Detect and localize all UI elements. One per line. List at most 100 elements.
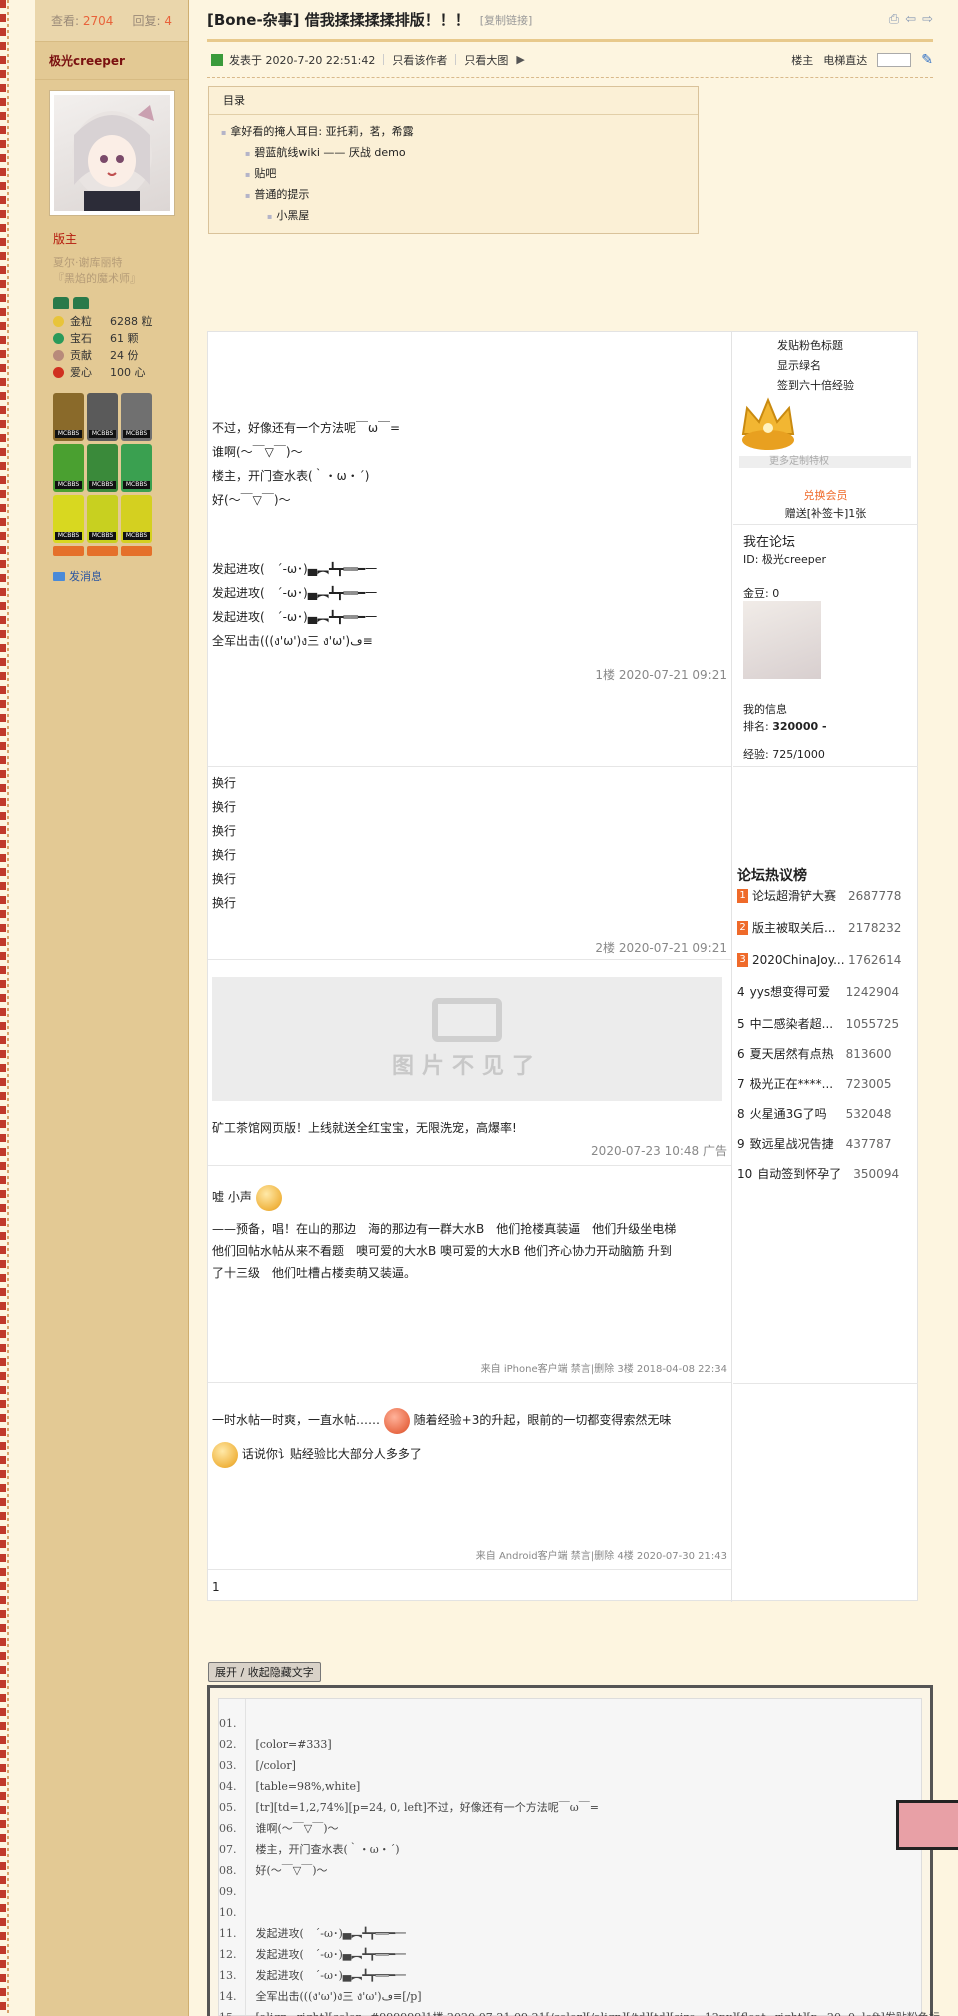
hidden-source-block: 01. 02. 03. 04. 05. 06. 07. 08. 09. 10. 11. 12. 13. 1… <box>207 1685 940 2016</box>
prop-value: 24 份 <box>110 349 139 362</box>
medal-badge[interactable]: MCBBS <box>53 444 84 492</box>
vip-icon <box>73 297 89 309</box>
prop-label: 金粒 <box>70 315 92 328</box>
more-vip-link[interactable]: 更多定制特权 <box>739 456 911 468</box>
vip-perk[interactable]: 显示绿名 <box>777 356 854 376</box>
hot-list-item[interactable]: 3 2020ChinaJoy... 1762614 <box>737 951 915 969</box>
page-number[interactable]: 1 <box>208 1575 220 1599</box>
hot-list-item[interactable]: 1 论坛超滑铲大赛 2687778 <box>737 887 915 905</box>
my-forum-widget: 我在论坛 ID: 极光creeper 金豆: 0 我的信息 排名: 320000… <box>733 525 918 767</box>
code-line: 楼主，开门查水表(｀・ω・´) <box>255 1843 400 1856</box>
hot-list-item[interactable]: 2 版主被取关后... 2178232 <box>737 919 915 937</box>
jump-input[interactable] <box>877 52 912 67</box>
hot-topic-score: 723005 <box>845 1077 892 1091</box>
toc-item[interactable]: 拿好看的掩人耳目: 亚托莉，茗，希露 <box>209 121 698 142</box>
rank-number: 10 <box>737 1167 753 1181</box>
next-thread-icon[interactable]: ⇨ <box>922 12 933 27</box>
decorative-border-inner <box>7 0 9 2016</box>
hot-list-item[interactable]: 8 火星通3G了吗 532048 <box>737 1105 915 1123</box>
medal-badge[interactable]: MCBBS <box>87 495 118 543</box>
ad-text[interactable]: 矿工茶馆网页版！上线就送全红宝宝，无限洗宠，高爆率! <box>208 1116 517 1140</box>
code-line: 发起进攻( ´-ω･)▄︻┻┳══━一 <box>255 1969 407 1982</box>
medal-badge[interactable] <box>87 546 118 556</box>
hot-list-title: 论坛热议榜 <box>737 868 807 884</box>
floating-widget[interactable] <box>896 1800 958 1850</box>
chevron-right-icon[interactable]: ▶ <box>516 53 524 66</box>
medal-grid: MCBBS MCBBS MCBBS MCBBS MCBBS MCBBS MCBB… <box>53 393 188 543</box>
toc-item[interactable]: 碧蓝航线wiki —— 厌战 demo <box>209 142 698 163</box>
medal-row-partial <box>53 546 188 556</box>
post-line: 换行 <box>212 776 237 790</box>
avatar-illustration <box>72 105 154 211</box>
medal-badge[interactable]: MCBBS <box>87 444 118 492</box>
prop-value: 61 颗 <box>110 332 139 345</box>
hot-list-item[interactable]: 7 极光正在****... 723005 <box>737 1075 915 1093</box>
line-number: 15. <box>219 2007 245 2016</box>
code-line: [/color] <box>255 1759 296 1772</box>
big-image-link[interactable]: 只看大图 <box>464 52 508 68</box>
thread-main: [Bone-杂事] 借我揉揉揉揉排版！！！ [复制链接] ⎙ ⇦ ⇨ 发表于 2… <box>207 0 940 2016</box>
line-number: 09. <box>219 1885 237 1898</box>
post-line: 发起进攻( ´-ω･)▄︻┻┳══━一 <box>212 586 378 600</box>
vip-perk[interactable]: 发贴粉色标题 <box>777 336 854 356</box>
floor-info: 2楼 2020-07-21 09:21 <box>595 941 727 955</box>
toc-item[interactable]: 普通的提示 <box>209 184 698 205</box>
hot-topic-score: 1762614 <box>848 953 902 967</box>
hot-list-item[interactable]: 10 自动签到怀孕了 350094 <box>737 1165 915 1183</box>
toc-item[interactable]: 小黑屋 <box>209 205 698 226</box>
medal-badge[interactable]: MCBBS <box>87 393 118 441</box>
posts-column: 不过，好像还有一个方法呢￣ω￣= 谁啊(〜￣▽￣)〜 楼主，开门查水表(｀・ω・… <box>208 332 732 1602</box>
post-line: ——预备，唱！在山的那边 海的那边有一群大水B 他们抢楼真装逼 他们升级坐电梯 <box>212 1222 677 1236</box>
prev-thread-icon[interactable]: ⇦ <box>905 12 916 27</box>
views-label: 查看: <box>50 14 80 28</box>
hot-list-item[interactable]: 4 yys想变得可爱 1242904 <box>737 983 915 1001</box>
medal-badge[interactable]: MCBBS <box>121 495 152 543</box>
medal-badge[interactable]: MCBBS <box>53 495 84 543</box>
medal-badge[interactable] <box>53 546 84 556</box>
code-line: 全军出击(((ง'ω')ง三 ง'ω')ڡ≡[/p] <box>255 1990 422 2003</box>
hot-topic-score: 813600 <box>845 1047 892 1061</box>
post-text: 一时水帖一时爽，一直水帖…… <box>212 1413 381 1427</box>
rank-number: 3 <box>737 953 748 967</box>
prop-label: 爱心 <box>70 366 92 379</box>
hot-list-item[interactable]: 6 夏天居然有点热 813600 <box>737 1045 915 1063</box>
hot-topic-score: 2687778 <box>848 889 902 903</box>
avatar[interactable] <box>49 90 175 216</box>
send-message-link[interactable]: 发消息 <box>53 568 188 584</box>
post-2: 换行 换行 换行 换行 换行 换行 2楼 2020-07-21 09:21 <box>208 767 731 960</box>
medal-badge[interactable]: MCBBS <box>53 393 84 441</box>
post-line: 换行 <box>212 896 237 910</box>
medal-badge[interactable]: MCBBS <box>121 393 152 441</box>
hot-list-item[interactable]: 9 致远星战况告捷 437787 <box>737 1135 915 1153</box>
toggle-hidden-text-button[interactable]: 展开 / 收起隐藏文字 <box>208 1662 321 1682</box>
divider <box>733 1383 918 1384</box>
rank-label: 排名: <box>743 720 769 733</box>
medal-badge[interactable]: MCBBS <box>121 444 152 492</box>
medal-badge[interactable] <box>121 546 152 556</box>
hot-topic-title: 中二感染者超... <box>749 1017 834 1031</box>
my-avatar[interactable] <box>743 601 821 679</box>
only-author-link[interactable]: 只看该作者 <box>392 52 447 68</box>
rank-number: 8 <box>737 1107 745 1121</box>
vip-perk[interactable]: 签到六十倍经验 <box>777 376 854 396</box>
hot-topic-title: 自动签到怀孕了 <box>757 1167 842 1181</box>
post-line: 话说你讠贴经验比大部分人多多了 <box>208 1439 422 1469</box>
rank-value: 320000 - <box>772 720 827 733</box>
hot-topic-score: 532048 <box>845 1107 892 1121</box>
copy-link[interactable]: [复制链接] <box>480 12 533 28</box>
buy-vip-link[interactable]: 兑换会员 <box>733 487 918 503</box>
broken-image[interactable]: 图片不见了 <box>212 977 722 1101</box>
smiley-emoji-icon <box>212 1441 238 1468</box>
toc-item[interactable]: 贴吧 <box>209 163 698 184</box>
post-line: 不过，好像还有一个方法呢￣ω￣= <box>212 421 401 435</box>
author-sidebar: 查看: 2704 回复: 4 极光creeper 版主 夏尔·谢库丽特 『黑焰的… <box>35 0 189 2016</box>
post-meta: 发表于 2020-7-20 22:51:42 只看该作者 只看大图 ▶ 楼主 电… <box>207 42 933 78</box>
author-name[interactable]: 极光creeper <box>35 42 188 80</box>
hot-list-item[interactable]: 5 中二感染者超... 1055725 <box>737 1015 915 1033</box>
post-line: 嘘 小声 <box>208 1182 282 1212</box>
ad-post: 图片不见了 矿工茶馆网页版！上线就送全红宝宝，无限洗宠，高爆率! 2020-07… <box>208 960 731 1166</box>
my-info-link[interactable]: 我的信息 <box>743 701 787 717</box>
print-icon[interactable]: ⎙ <box>889 12 899 27</box>
pencil-icon[interactable]: ✎ <box>921 52 933 68</box>
